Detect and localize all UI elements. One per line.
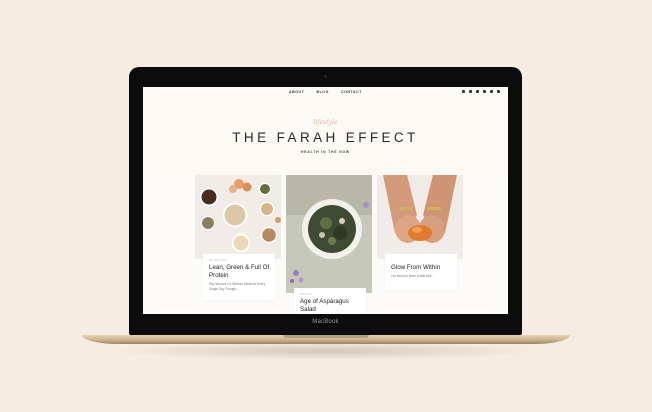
- post-card-text: NUTRITION Lean, Green & Full Of Protein …: [203, 254, 275, 300]
- laptop-screen: ABOUT BLOG CONTACT lifestyle THE FARAH E…: [143, 87, 508, 314]
- hero-header: lifestyle THE FARAH EFFECT HEALTH IN THE…: [143, 97, 508, 175]
- post-title[interactable]: Age of Asparagus Salad: [300, 298, 362, 313]
- post-title[interactable]: Glow From Within: [391, 264, 453, 272]
- post-card-asparagus[interactable]: RECIPE Age of Asparagus Salad: [286, 175, 372, 314]
- camera-dot: [324, 75, 327, 78]
- script-label: lifestyle: [313, 119, 338, 126]
- salad-illustration: [286, 175, 372, 293]
- laptop-notch: [283, 335, 369, 338]
- post-card-glow[interactable]: Glow From Within I've found is there a l…: [377, 175, 463, 314]
- post-excerpt: Say Woooo! I'm Without Meals At Every Si…: [209, 282, 266, 291]
- social-icons: [462, 90, 500, 93]
- post-title[interactable]: Lean, Green & Full Of Protein: [209, 264, 271, 279]
- search-icon[interactable]: [462, 90, 465, 93]
- hands-photo: [377, 175, 463, 259]
- post-card-text: RECIPE Age of Asparagus Salad: [294, 288, 366, 314]
- site-nav: ABOUT BLOG CONTACT: [143, 87, 508, 97]
- bowls-photo: [195, 175, 281, 259]
- post-grid: NUTRITION Lean, Green & Full Of Protein …: [195, 175, 463, 314]
- brand-tagline: HEALTH IN THE NOW: [300, 150, 351, 154]
- bowls-illustration: [195, 175, 281, 259]
- menu-icon[interactable]: [497, 90, 500, 93]
- facebook-icon[interactable]: [483, 90, 486, 93]
- nav-blog[interactable]: BLOG: [316, 90, 329, 94]
- hands-illustration: [377, 175, 463, 259]
- instagram-icon[interactable]: [469, 90, 472, 93]
- nav-about[interactable]: ABOUT: [289, 90, 304, 94]
- post-category: RECIPE: [300, 293, 313, 296]
- post-card-text: Glow From Within I've found is there a l…: [385, 254, 457, 290]
- twitter-icon[interactable]: [476, 90, 479, 93]
- brand-logo[interactable]: THE FARAH EFFECT: [143, 130, 508, 145]
- post-category: NUTRITION: [209, 259, 227, 262]
- device-label: MacBook: [312, 319, 339, 325]
- salad-photo: [286, 175, 372, 293]
- post-card-protein[interactable]: NUTRITION Lean, Green & Full Of Protein …: [195, 175, 281, 314]
- laptop-shadow: [110, 342, 542, 360]
- post-excerpt: I've found is there a little hint...: [391, 274, 434, 278]
- pinterest-icon[interactable]: [490, 90, 493, 93]
- laptop-base: [82, 335, 570, 344]
- laptop-lid: ABOUT BLOG CONTACT lifestyle THE FARAH E…: [129, 67, 522, 335]
- nav-contact[interactable]: CONTACT: [341, 90, 362, 94]
